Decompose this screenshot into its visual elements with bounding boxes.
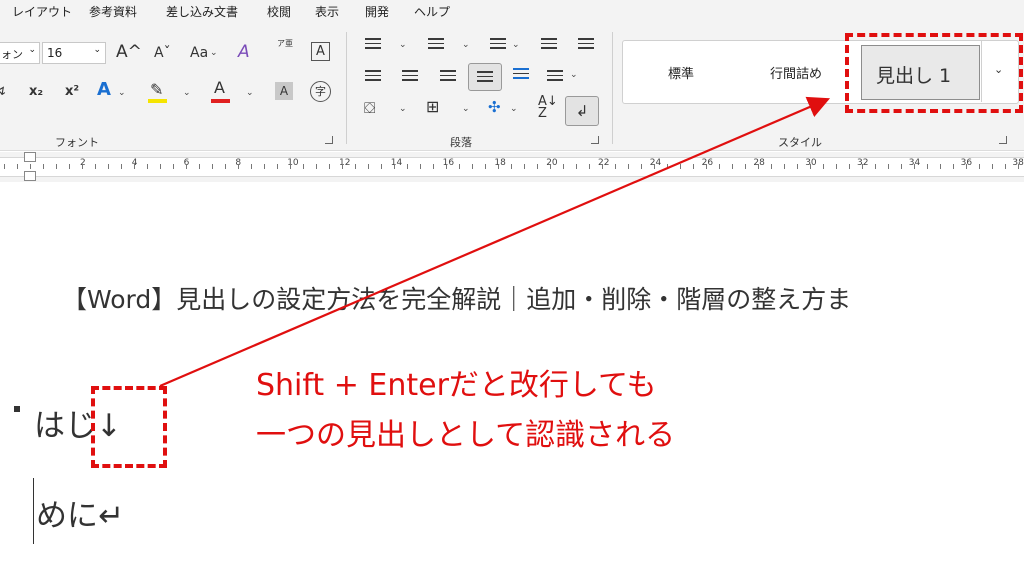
callout-text-line-2: 一つの見出しとして認識される [256, 418, 676, 453]
callout-text-line-1: Shift + Enterだと改行しても [256, 368, 657, 403]
callout-arrow [159, 96, 831, 388]
